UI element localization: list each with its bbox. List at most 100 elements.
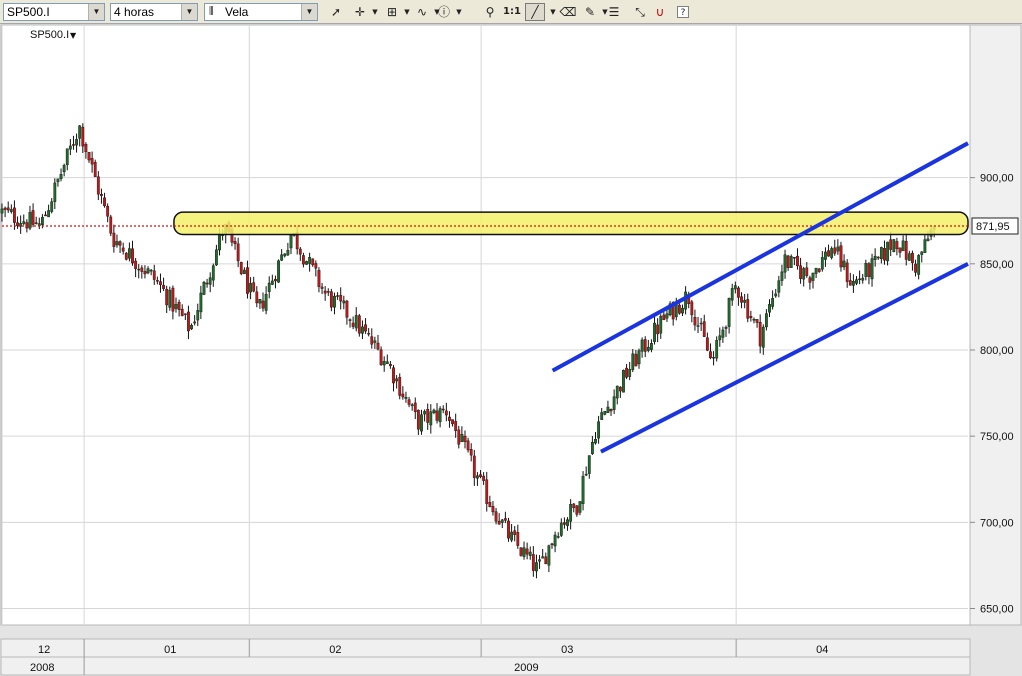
month-label: 03 xyxy=(561,644,573,656)
candle-body-up xyxy=(718,335,722,341)
candle-body-up xyxy=(761,326,765,348)
eraser-icon[interactable]: ⌫ xyxy=(558,3,578,21)
candle xyxy=(277,259,280,283)
info-icon[interactable]: ⓘ xyxy=(434,3,454,21)
magnet-icon[interactable]: ∪ xyxy=(650,3,670,21)
chart-style-select[interactable]: ⫼ Vela ▼ xyxy=(204,3,318,21)
candle-body-up xyxy=(9,209,13,212)
candle-body-up xyxy=(615,385,619,399)
candle-body-up xyxy=(382,361,386,366)
candle-body-up xyxy=(622,369,625,393)
candle-body-up xyxy=(373,340,377,343)
candle-body-down xyxy=(398,377,402,396)
candle-body-down xyxy=(786,255,790,268)
candle-body-up xyxy=(764,313,768,328)
candle-body-up xyxy=(855,279,858,284)
candle-body-down xyxy=(367,333,371,335)
paint-icon[interactable]: ✎ xyxy=(580,3,600,21)
candle-body-down xyxy=(112,232,116,247)
candle-body-down xyxy=(364,324,367,332)
candle-body-up xyxy=(432,409,436,414)
candle-body-up xyxy=(802,268,806,280)
candle xyxy=(839,241,843,272)
candle-body-up xyxy=(305,261,308,265)
chevron-down-icon[interactable]: ▼ xyxy=(181,4,197,20)
candle-body-up xyxy=(535,562,538,572)
candle-body-down xyxy=(911,252,914,263)
year-label: 2008 xyxy=(30,662,54,674)
arrows-icon[interactable]: ⤡ xyxy=(630,3,650,21)
candle-body-down xyxy=(758,322,762,347)
candle-body-up xyxy=(584,473,588,476)
candle-body-down xyxy=(472,455,476,478)
chevron-down-icon[interactable]: ▼ xyxy=(301,4,317,20)
chevron-down-icon[interactable]: ▼ xyxy=(88,4,104,20)
candle-body-up xyxy=(308,257,312,264)
year-label: 2009 xyxy=(514,662,538,674)
zoom-icon[interactable]: ⚲ xyxy=(480,3,500,21)
candle-body-up xyxy=(684,291,688,310)
price-chart[interactable]: 650,00 700,00 750,00 800,00 850,00 900,00 871… xyxy=(0,24,1022,676)
symbol-select-value: SP500.I xyxy=(7,5,50,19)
fibonacci-icon[interactable]: ☰ xyxy=(604,3,624,21)
y-tick-label: 900,00 xyxy=(980,173,1014,185)
zoom-1-1-icon[interactable]: 1:1 xyxy=(502,3,522,21)
cursor-icon[interactable]: ➚ xyxy=(326,3,346,21)
chevron-down-icon[interactable]: ▼ xyxy=(70,31,77,40)
candle-body-down xyxy=(326,291,330,293)
period-select[interactable]: 4 horas ▼ xyxy=(110,3,198,21)
trendline-icon[interactable]: ╱ xyxy=(525,3,545,21)
resistance-zone[interactable] xyxy=(173,211,969,236)
candle-body-up xyxy=(249,283,252,293)
candle-body-down xyxy=(376,342,380,350)
candle-body-down xyxy=(379,349,383,366)
month-label: 04 xyxy=(816,644,828,656)
candle-body-down xyxy=(31,210,35,225)
chart-style-select-value: Vela xyxy=(225,5,249,19)
candle-body-down xyxy=(124,252,128,260)
candle-body-up xyxy=(438,408,442,423)
candle-body-up xyxy=(612,396,616,410)
grid-icon[interactable]: ⊞ xyxy=(382,3,402,21)
candle-body-down xyxy=(298,248,302,255)
price-axis xyxy=(969,24,1022,626)
candle xyxy=(622,369,625,393)
candle-body-up xyxy=(917,255,921,275)
candle xyxy=(239,261,243,276)
help-icon[interactable]: ? xyxy=(677,6,689,18)
candle-body-up xyxy=(267,282,271,292)
candle-body-down xyxy=(177,302,181,310)
chevron-down-icon[interactable]: ▼ xyxy=(369,3,381,21)
candle-body-up xyxy=(907,253,911,261)
crosshair-icon[interactable]: ✛ xyxy=(350,3,370,21)
candle-body-down xyxy=(261,300,265,309)
candle-body-up xyxy=(218,233,221,251)
candle-body-down xyxy=(677,304,681,314)
symbol-select[interactable]: SP500.I ▼ xyxy=(3,3,105,21)
y-tick-label: 650,00 xyxy=(980,603,1014,615)
candle-body-up xyxy=(420,414,423,432)
candle-body-down xyxy=(550,543,554,546)
candle-body-down xyxy=(426,409,430,423)
candle-body-up xyxy=(842,260,846,268)
chevron-down-icon[interactable]: ▼ xyxy=(453,3,465,21)
candle-body-down xyxy=(96,176,100,195)
candle-body-down xyxy=(469,449,473,456)
candle-body-down xyxy=(329,291,333,308)
candle-body-up xyxy=(783,254,787,273)
candle xyxy=(124,252,128,261)
candle-body-down xyxy=(451,419,454,425)
candle-body-down xyxy=(448,416,451,421)
candle-body-down xyxy=(444,410,448,416)
indicator-icon[interactable]: ∿ xyxy=(412,3,432,21)
candle-body-up xyxy=(242,269,246,275)
candle-body-up xyxy=(286,249,290,256)
candle-body-up xyxy=(522,547,526,557)
candle-body-down xyxy=(845,262,849,282)
candle-body-down xyxy=(351,322,355,327)
candle-body-down xyxy=(121,247,125,252)
candle-body-up xyxy=(423,411,426,415)
y-tick-label: 750,00 xyxy=(980,431,1014,443)
candle-body-down xyxy=(848,280,852,286)
candle-body-up xyxy=(920,251,924,255)
